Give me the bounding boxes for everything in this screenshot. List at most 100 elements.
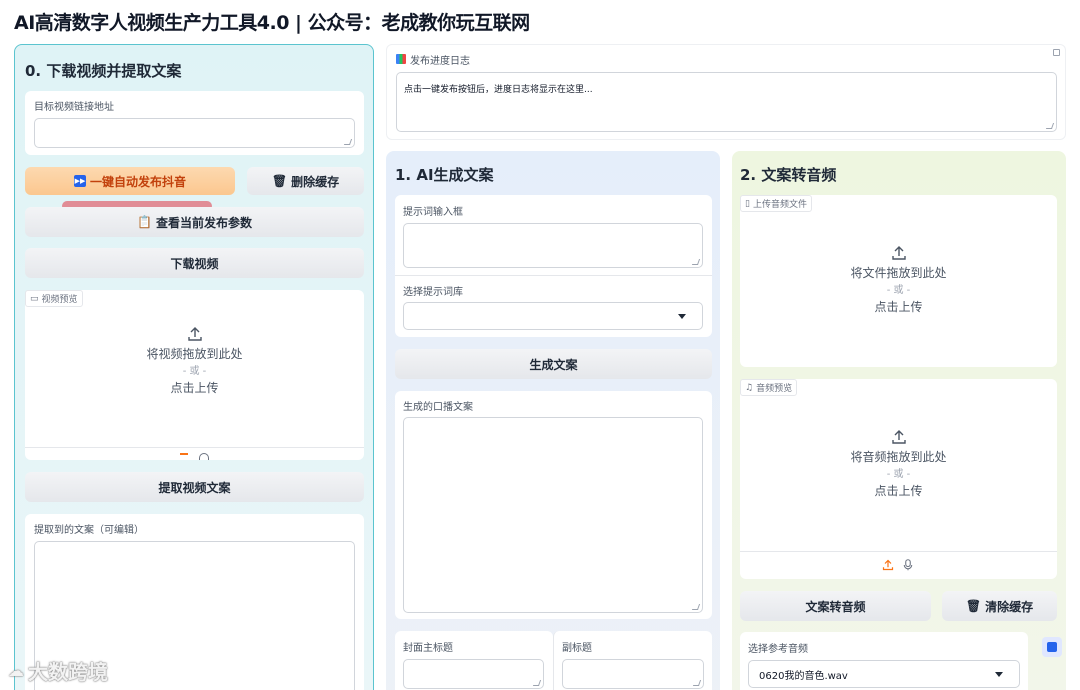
audio-file-click-text: 点击上传	[874, 300, 923, 314]
broadcast-text-input[interactable]	[403, 417, 703, 613]
trash-icon: 🗑	[271, 174, 288, 188]
download-extract-panel: 0. 下载视频并提取文案 目标视频链接地址 ▶▶ 一键自动发布抖音 🗑 删除缓存…	[14, 44, 374, 690]
video-upload-dropzone[interactable]: 将视频拖放到此处 - 或 - 点击上传	[25, 326, 364, 397]
view-params-label: 查看当前发布参数	[155, 215, 252, 230]
publish-log-label: 发布进度日志	[410, 56, 470, 67]
resize-grip-icon[interactable]	[1045, 123, 1055, 129]
audio-file-dropzone[interactable]: 将文件拖放到此处 - 或 - 点击上传	[740, 245, 1057, 316]
clear-cache-button-right[interactable]: 🗑 清除缓存	[942, 591, 1057, 621]
trash-icon: 🗑	[965, 599, 982, 613]
prompt-label: 提示词输入框	[403, 207, 463, 218]
subtitle-input[interactable]	[562, 659, 704, 689]
ref-audio-value: 0620我的音色.wav	[759, 670, 848, 682]
chevron-down-icon	[995, 672, 1003, 677]
upload-audio-card: ▯ 上传音频文件 将文件拖放到此处 - 或 - 点击上传	[740, 195, 1057, 367]
video-preview-label: ▭ 视频预览	[25, 290, 83, 307]
audio-preview-card: ♫ 音频预览 将音频拖放到此处 - 或 - 点击上传	[740, 379, 1057, 579]
audio-preview-label: ♫ 音频预览	[740, 379, 798, 396]
clear-cache-button-left[interactable]: 🗑 删除缓存	[247, 167, 364, 195]
resize-grip-icon[interactable]	[532, 680, 542, 686]
text-to-audio-button[interactable]: 文案转音频	[740, 591, 931, 621]
subtitle-card: 副标题	[553, 631, 712, 690]
upload-audio-label-text: 上传音频文件	[752, 200, 807, 210]
audio-source-toolbar	[740, 551, 1057, 579]
watermark: ☁ 大数跨境	[8, 656, 108, 685]
cover-title-card: 封面主标题	[395, 631, 553, 690]
prompt-input[interactable]	[403, 223, 703, 268]
url-input[interactable]	[34, 118, 355, 148]
url-label: 目标视频链接地址	[34, 102, 114, 113]
webcam-source-icon[interactable]	[199, 453, 209, 460]
audio-file-or-text: - 或 -	[886, 285, 911, 296]
fast-forward-icon: ▶▶	[73, 175, 86, 187]
extract-text-button[interactable]: 提取视频文案	[25, 472, 364, 502]
resize-grip-icon[interactable]	[691, 604, 701, 610]
chart-icon	[396, 54, 406, 64]
video-camera-icon: ▭	[30, 293, 39, 304]
divider	[395, 275, 712, 276]
extracted-text-label: 提取到的文案（可编辑）	[34, 525, 144, 536]
prompt-card: 提示词输入框 选择提示词库	[395, 195, 712, 337]
file-icon: ▯	[745, 198, 750, 209]
broadcast-text-card: 生成的口播文案	[395, 391, 712, 619]
audio-preview-dropzone[interactable]: 将音频拖放到此处 - 或 - 点击上传	[740, 429, 1057, 500]
subtitle-label: 副标题	[562, 643, 592, 654]
section-title-text-to-audio: 2. 文案转音频	[740, 166, 837, 184]
text-to-audio-label: 文案转音频	[805, 599, 866, 614]
text-to-audio-panel: 2. 文案转音频 ▯ 上传音频文件 将文件拖放到此处 - 或 - 点击上传 ♫ …	[732, 151, 1066, 690]
upload-source-icon[interactable]	[882, 559, 894, 571]
ref-audio-label: 选择参考音频	[748, 644, 808, 655]
cover-title-label: 封面主标题	[403, 643, 453, 654]
broadcast-text-label: 生成的口播文案	[403, 402, 473, 413]
copy-icon[interactable]	[1053, 49, 1060, 56]
section-title-ai-generate: 1. AI生成文案	[395, 166, 494, 184]
video-source-toolbar	[25, 447, 364, 460]
url-card: 目标视频链接地址	[25, 91, 364, 155]
chevron-down-icon	[678, 314, 686, 319]
clear-cache-label-left: 删除缓存	[291, 174, 340, 189]
audio-file-drop-text: 将文件拖放到此处	[850, 266, 947, 280]
upload-icon	[891, 246, 906, 260]
download-video-label: 下载视频	[170, 256, 219, 271]
section-title-download: 0. 下载视频并提取文案	[25, 62, 182, 80]
resize-grip-icon[interactable]	[343, 139, 353, 145]
watermark-text: 大数跨境	[28, 660, 108, 684]
extract-text-label: 提取视频文案	[158, 480, 231, 495]
publish-log-card: 发布进度日志 点击一键发布按钮后，进度日志将显示在这里...	[386, 44, 1066, 140]
resize-grip-icon[interactable]	[691, 259, 701, 265]
publish-log-output[interactable]: 点击一键发布按钮后，进度日志将显示在这里...	[396, 72, 1057, 132]
audio-preview-drop-text: 将音频拖放到此处	[850, 450, 947, 464]
publish-log-placeholder: 点击一键发布按钮后，进度日志将显示在这里...	[404, 85, 593, 95]
prompt-library-label: 选择提示词库	[403, 287, 463, 298]
publish-douyin-button[interactable]: ▶▶ 一键自动发布抖音	[25, 167, 235, 195]
refresh-icon[interactable]	[1042, 637, 1062, 657]
prompt-library-select[interactable]	[403, 302, 703, 330]
audio-preview-label-text: 音频预览	[756, 384, 793, 394]
page-title: AI高清数字人视频生产力工具4.0 | 公众号：老成教你玩互联网	[14, 12, 530, 34]
music-note-icon: ♫	[745, 382, 754, 393]
video-or-text: - 或 -	[182, 366, 207, 377]
clear-cache-label-right: 清除缓存	[985, 599, 1034, 614]
generate-text-button[interactable]: 生成文案	[395, 349, 712, 379]
upload-icon	[891, 430, 906, 444]
publish-douyin-label: 一键自动发布抖音	[89, 174, 186, 189]
video-preview-card: ▭ 视频预览 将视频拖放到此处 - 或 - 点击上传	[25, 290, 364, 460]
watermark-logo-icon: ☁	[8, 661, 24, 680]
video-drop-text: 将视频拖放到此处	[146, 347, 243, 361]
cover-title-input[interactable]	[403, 659, 544, 689]
resize-grip-icon[interactable]	[692, 680, 702, 686]
ref-audio-card: 选择参考音频 0620我的音色.wav	[740, 632, 1028, 690]
ai-generate-panel: 1. AI生成文案 提示词输入框 选择提示词库 生成文案 生成的口播文案 封面主…	[386, 151, 720, 690]
upload-audio-label: ▯ 上传音频文件	[740, 195, 812, 212]
generate-text-label: 生成文案	[529, 357, 578, 372]
ref-audio-select[interactable]: 0620我的音色.wav	[748, 660, 1020, 688]
view-params-button[interactable]: 📋 查看当前发布参数	[25, 207, 364, 237]
audio-preview-click-text: 点击上传	[874, 484, 923, 498]
video-preview-label-text: 视频预览	[41, 295, 78, 305]
audio-preview-or-text: - 或 -	[886, 469, 911, 480]
upload-source-icon[interactable]	[180, 453, 188, 460]
microphone-icon[interactable]	[902, 559, 914, 571]
upload-icon	[187, 327, 202, 341]
video-click-upload-text: 点击上传	[170, 381, 219, 395]
download-video-button[interactable]: 下载视频	[25, 248, 364, 278]
